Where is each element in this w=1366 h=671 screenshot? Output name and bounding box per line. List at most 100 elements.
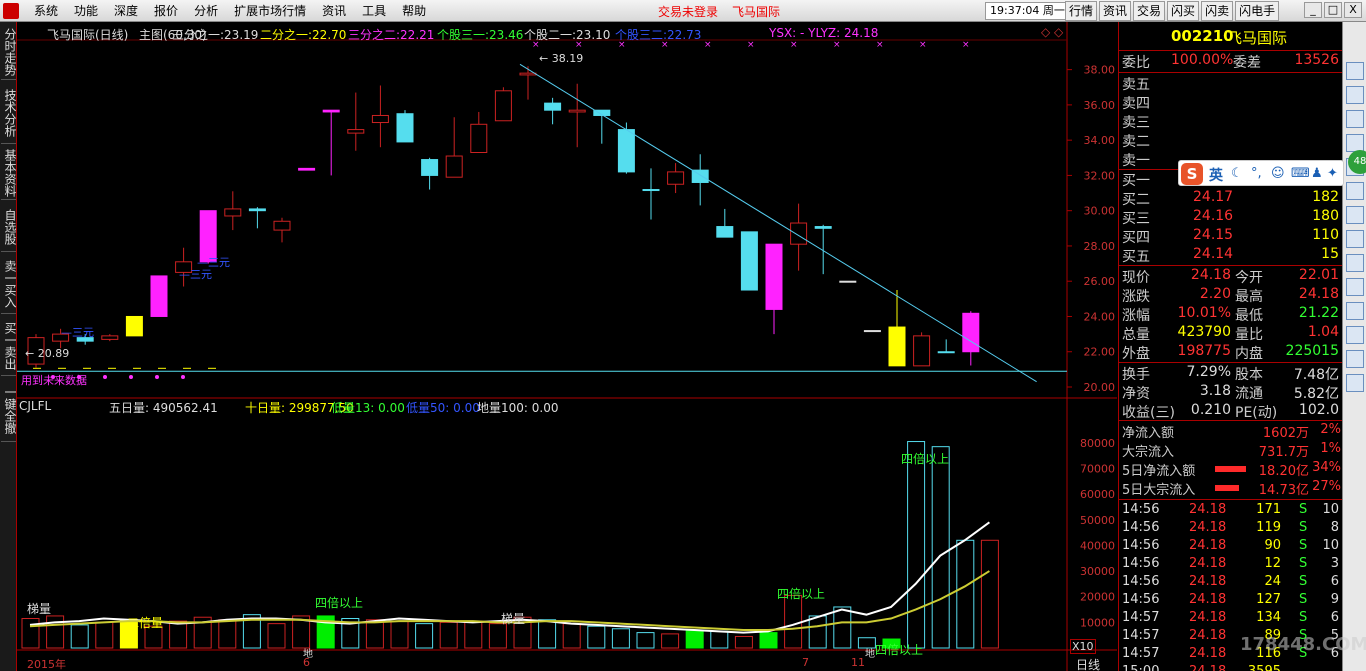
price-axis-label: 22.00 — [1084, 346, 1116, 359]
sanyuan-label-1: —三元 — [61, 326, 94, 339]
menu-item-1[interactable]: 功能 — [66, 3, 106, 19]
emoji-icon[interactable]: ☺ — [1271, 166, 1285, 181]
price-axis-label: 28.00 — [1084, 240, 1116, 253]
stat2-row: 净资 3.18 流通 5.82亿 — [1122, 383, 1339, 402]
price-axis-label: 32.00 — [1084, 169, 1116, 182]
order-volume: 15 — [1321, 246, 1339, 262]
flag-icon[interactable] — [1346, 278, 1364, 296]
candle-body — [396, 113, 414, 143]
volume-bar — [710, 630, 729, 649]
flow-bar — [1215, 466, 1246, 472]
toolbar-button-2[interactable]: 交易 — [1133, 1, 1166, 21]
fund-icon[interactable] — [1346, 182, 1364, 200]
menu-item-0[interactable]: 系统 — [26, 3, 66, 19]
volume-bar — [833, 606, 852, 649]
toolbar-button-5[interactable]: 闪电手 — [1235, 1, 1280, 21]
home-icon[interactable] — [1346, 86, 1364, 104]
menu-item-5[interactable]: 扩展市场行情 — [226, 3, 314, 19]
volume-bar — [95, 621, 114, 649]
left-tab-2[interactable]: 基本资料 — [1, 146, 17, 200]
menu-item-7[interactable]: 工具 — [354, 3, 394, 19]
period-tab[interactable]: 日线 — [1076, 656, 1100, 671]
stock-name: 飞马国际 — [1227, 29, 1288, 47]
skin-icon[interactable]: ♟ — [1311, 166, 1323, 181]
flow-row: 5日大宗流入 14.73亿 27% — [1122, 479, 1341, 498]
toolbar-button-1[interactable]: 资讯 — [1099, 1, 1132, 21]
header-item-0: 三分之一:23.19 — [172, 28, 259, 42]
punct-icon[interactable]: °, — [1251, 166, 1262, 181]
left-tab-5[interactable]: 买一卖出 — [1, 316, 17, 376]
down-arrow-icon[interactable] — [1346, 110, 1364, 128]
chart-title: 飞马国际(日线) — [47, 28, 129, 42]
note-icon[interactable] — [1346, 302, 1364, 320]
ime-toolbar[interactable]: S 英 ☾ °, ☺ ⌨ ♟ ✦ — [1178, 160, 1344, 186]
tick-row: 14:56 24.18 12 S 3 — [1122, 556, 1339, 571]
future-dot — [155, 375, 159, 379]
move-icon[interactable] — [1346, 350, 1364, 368]
diamond-icons[interactable]: ◇ ◇ — [1041, 25, 1063, 39]
sanyuan-label-3: —三元 — [197, 256, 230, 269]
stat-row: 外盘 198775 内盘 225015 — [1122, 343, 1339, 362]
price-axis-label: 20.00 — [1084, 381, 1116, 394]
toolbar-button-4[interactable]: 闪卖 — [1201, 1, 1234, 21]
up-arrow-icon[interactable] — [1346, 62, 1364, 80]
list-icon[interactable] — [1346, 230, 1364, 248]
tools-icon[interactable]: ✦ — [1327, 166, 1338, 181]
flow-row: 净流入额 1602万 2% — [1122, 422, 1341, 441]
candle-body — [814, 226, 832, 229]
menu-item-2[interactable]: 深度 — [106, 3, 146, 19]
volume-bar — [46, 615, 65, 649]
menu-item-3[interactable]: 报价 — [146, 3, 186, 19]
toolbar-button-3[interactable]: 闪买 — [1167, 1, 1200, 21]
candle-body — [125, 315, 143, 337]
volume-bar — [169, 620, 188, 649]
candle-body — [740, 231, 758, 291]
vol-label-sibei-3: 四倍以上 — [901, 452, 950, 466]
menu-item-4[interactable]: 分析 — [186, 3, 226, 19]
volume-bar — [538, 619, 557, 649]
chart-icon[interactable] — [1346, 206, 1364, 224]
order-row: 卖五 — [1122, 77, 1150, 93]
stock-name-top: 飞马国际 — [732, 5, 781, 19]
toolbar-button-0[interactable]: 行情 — [1065, 1, 1098, 21]
left-tab-0[interactable]: 分时走势 — [1, 24, 17, 80]
left-tab-6[interactable]: 一键全撤 — [1, 378, 17, 442]
keyboard-icon[interactable]: ⌨ — [1291, 166, 1310, 181]
candle-body — [716, 226, 734, 238]
trade-status[interactable]: 交易未登录 — [658, 3, 718, 20]
maximize-button[interactable]: □ — [1324, 2, 1342, 18]
candle-body — [470, 123, 488, 153]
stat-row: 涨幅 10.01% 最低 21.22 — [1122, 305, 1339, 324]
future-dot — [181, 375, 185, 379]
minimize-button[interactable]: _ — [1304, 2, 1322, 18]
progress-badge[interactable]: 48 — [1348, 150, 1366, 174]
low-label: ← 20.89 — [25, 347, 70, 360]
volume-bar — [784, 594, 803, 649]
left-tab-1[interactable]: 技术分析 — [1, 82, 17, 144]
tick-row: 14:56 24.18 90 S 10 — [1122, 538, 1339, 553]
tick-row: 14:56 24.18 171 S 10 — [1122, 502, 1339, 517]
weicha-value: 13526 — [1294, 52, 1339, 68]
volume-bar — [587, 625, 606, 649]
menu-item-6[interactable]: 资讯 — [314, 3, 354, 19]
left-tab-4[interactable]: 卖一买入 — [1, 254, 17, 314]
rsi-icon[interactable] — [1346, 326, 1364, 344]
moon-icon[interactable]: ☾ — [1231, 166, 1243, 181]
chart-area[interactable]: 38.00 36.00 34.00 32.00 30.00 28.00 26.00 24.00… — [17, 22, 1117, 671]
volume-indicator-name: CJLFL — [19, 399, 52, 413]
volume-bar — [808, 615, 827, 649]
signal-mark: × — [833, 40, 841, 50]
kline-chart[interactable]: 38.00 36.00 34.00 32.00 30.00 28.00 26.00 24.00… — [17, 22, 1117, 671]
ime-lang[interactable]: 英 — [1209, 165, 1223, 185]
volume-bar — [439, 621, 458, 649]
candle-body — [519, 72, 537, 76]
zoom-icon[interactable] — [1346, 374, 1364, 392]
volume-axis-label: 70000 — [1080, 462, 1115, 475]
grid-icon[interactable] — [1346, 254, 1364, 272]
volume-5day: 五日量: 490562.41 — [109, 401, 218, 415]
close-button[interactable]: X — [1344, 2, 1362, 18]
menu-item-8[interactable]: 帮助 — [394, 3, 434, 19]
candle-body — [544, 102, 562, 111]
left-tab-3[interactable]: 自选股 — [1, 202, 17, 252]
signal-mark: × — [704, 40, 712, 50]
